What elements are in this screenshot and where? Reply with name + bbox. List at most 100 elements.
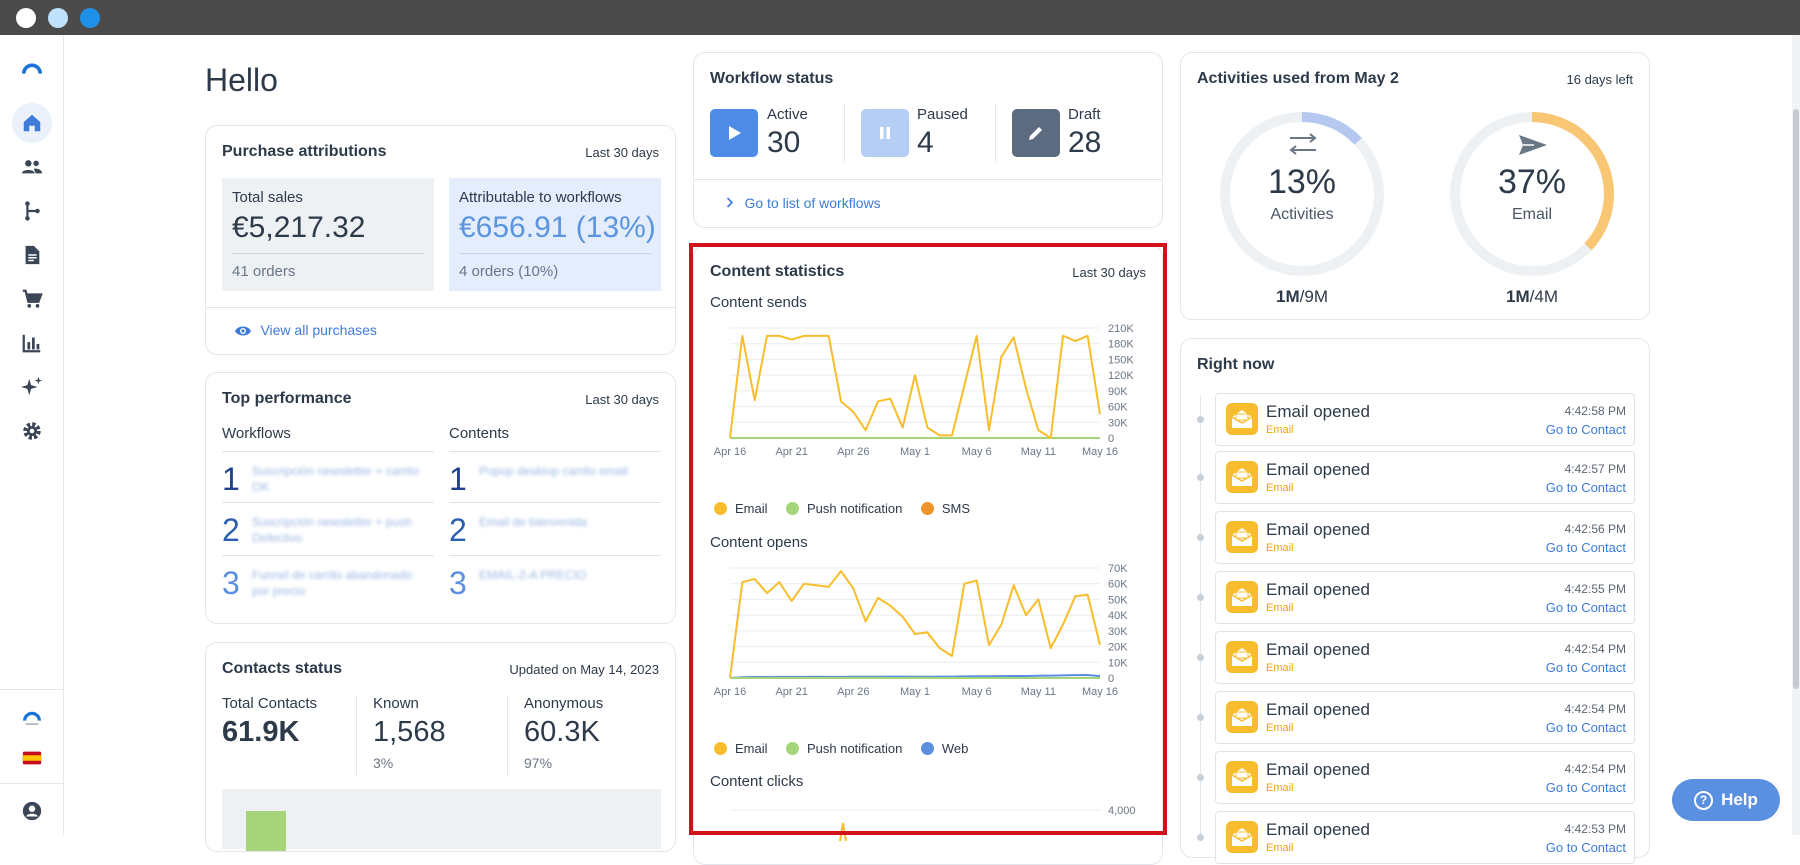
ai-sparkles-icon[interactable] (12, 367, 52, 407)
contacts-status-card: Contacts status Updated on May 14, 2023 … (205, 642, 676, 852)
go-to-contact-link[interactable]: Go to Contact (1546, 480, 1626, 495)
card-title: Purchase attributions (222, 143, 387, 160)
go-to-workflows-link[interactable]: Go to list of workflows (726, 195, 881, 213)
feed-item-channel: Email (1266, 542, 1294, 554)
activity-feed-item[interactable]: Email opened Email 4:42:56 PM Go to Contact (1215, 511, 1635, 564)
content-document-icon[interactable] (12, 235, 52, 275)
eye-icon (234, 324, 252, 343)
window-maximize-button[interactable] (80, 8, 100, 28)
card-title: Workflow status (710, 70, 834, 87)
feed-item-time: 4:42:54 PM (1564, 642, 1626, 656)
activity-feed-item[interactable]: Email opened Email 4:42:58 PM Go to Contact (1215, 393, 1635, 446)
chevron-right-icon (726, 195, 734, 213)
feed-item-title: Email opened (1266, 820, 1370, 839)
legend-label: Push notification (806, 501, 903, 516)
window-title-bar (0, 0, 1800, 35)
activity-feed-item[interactable]: Email opened Email 4:42:55 PM Go to Contact (1215, 571, 1635, 624)
content-name: Email de bienvenida (479, 515, 588, 529)
top-content-row[interactable]: 3 EMAIL-2-A PRECIO (449, 557, 661, 609)
help-button[interactable]: ? Help (1672, 779, 1780, 821)
legend-push-notification[interactable]: Push notification (785, 501, 903, 516)
x-tick-label: May 6 (962, 686, 992, 698)
legend-email[interactable]: Email (714, 741, 768, 756)
activity-feed-item[interactable]: Email opened Email 4:42:53 PM Go to Contact (1215, 811, 1635, 864)
home-icon[interactable] (12, 103, 52, 143)
days-left-label: 16 days left (1566, 72, 1634, 87)
feed-item-channel: Email (1266, 842, 1294, 854)
cart-icon[interactable] (12, 279, 52, 319)
user-profile-icon[interactable] (12, 791, 52, 831)
go-to-contact-link[interactable]: Go to Contact (1546, 540, 1626, 555)
scrollbar-thumb[interactable] (1793, 109, 1799, 689)
window-minimize-button[interactable] (48, 8, 68, 28)
anonymous-percent: 97% (524, 755, 553, 771)
y-tick-label: 20K (1108, 642, 1128, 654)
play-icon (710, 109, 758, 157)
go-to-contact-link[interactable]: Go to Contact (1546, 660, 1626, 675)
contacts-icon[interactable] (12, 147, 52, 187)
go-to-contact-link[interactable]: Go to Contact (1546, 840, 1626, 855)
total-sales-label: Total sales (232, 189, 303, 206)
language-flag-spain-icon[interactable] (12, 738, 52, 778)
legend-web[interactable]: Web (920, 741, 968, 756)
view-all-purchases-link[interactable]: View all purchases (234, 322, 377, 343)
updated-label: Updated on May 14, 2023 (509, 662, 659, 677)
attributable-value: €656.91 (13%) (459, 211, 656, 244)
content-clicks-chart: 4,000 (730, 805, 1136, 841)
brand-logo-icon[interactable] (12, 49, 52, 89)
email-opened-icon (1226, 521, 1258, 553)
activity-feed-item[interactable]: Email opened Email 4:42:54 PM Go to Contact (1215, 751, 1635, 804)
known-percent: 3% (373, 755, 394, 771)
account-logo-icon[interactable] (12, 697, 52, 737)
divider (356, 695, 357, 775)
page-scrollbar[interactable] (1792, 35, 1800, 835)
go-to-contact-link[interactable]: Go to Contact (1546, 720, 1626, 735)
email-opened-icon (1226, 403, 1258, 435)
top-workflow-row[interactable]: 1 Suscripción newsletter + carrito OK (222, 453, 434, 503)
legend-push-notification[interactable]: Push notification (785, 741, 903, 756)
nav-divider (0, 783, 64, 784)
legend-sms[interactable]: SMS (920, 501, 970, 516)
content-opens-label: Content opens (710, 534, 808, 551)
divider (694, 179, 1162, 180)
workflow-status-card: Workflow status Active 30 Paused 4 Draft… (693, 52, 1163, 228)
feed-item-title: Email opened (1266, 402, 1370, 421)
anonymous-value: 60.3K (524, 716, 600, 748)
top-performance-card: Top performance Last 30 days Workflows C… (205, 372, 676, 624)
x-tick-label: Apr 21 (775, 686, 807, 698)
top-workflow-row[interactable]: 3 Funnel de carrito abandonado por preci… (222, 557, 434, 609)
activities-gauge: 13% Activities (1217, 109, 1387, 279)
legend-email[interactable]: Email (714, 501, 768, 516)
activity-feed-item[interactable]: Email opened Email 4:42:57 PM Go to Contact (1215, 451, 1635, 504)
gauge-label: Activities (1270, 206, 1334, 223)
card-title: Right now (1197, 356, 1275, 373)
legend-dot (920, 502, 934, 515)
usage-total: /9M (1299, 287, 1328, 306)
content-sends-label: Content sends (710, 294, 807, 311)
workflows-column-label: Workflows (222, 425, 291, 442)
series-line-email[interactable] (839, 822, 847, 841)
activity-feed-item[interactable]: Email opened Email 4:42:54 PM Go to Contact (1215, 631, 1635, 684)
period-label: Last 30 days (1072, 265, 1146, 280)
workflow-name: Suscripción newsletter + carrito OK (252, 464, 420, 494)
analytics-chart-icon[interactable] (12, 323, 52, 363)
workflows-icon[interactable] (12, 191, 52, 231)
top-workflow-row[interactable]: 2 Suscripción newsletter + push Defectiv… (222, 504, 434, 556)
top-content-row[interactable]: 1 Popup desktop carrito email (449, 453, 661, 503)
legend-label: Push notification (806, 741, 903, 756)
paused-value: 4 (917, 126, 934, 159)
go-to-contact-link[interactable]: Go to Contact (1546, 422, 1626, 437)
divider (222, 451, 434, 452)
y-tick-label: 60K (1108, 579, 1128, 591)
go-to-contact-link[interactable]: Go to Contact (1546, 780, 1626, 795)
go-to-contact-link[interactable]: Go to Contact (1546, 600, 1626, 615)
divider (232, 253, 424, 254)
draft-value: 28 (1068, 126, 1102, 159)
top-content-row[interactable]: 2 Email de bienvenida (449, 504, 661, 556)
pause-icon (861, 109, 909, 157)
activity-feed-item[interactable]: Email opened Email 4:42:54 PM Go to Contact (1215, 691, 1635, 744)
settings-gear-icon[interactable] (12, 411, 52, 451)
timeline-dot (1197, 474, 1204, 481)
y-tick-label: 40K (1108, 610, 1128, 622)
window-close-button[interactable] (16, 8, 36, 28)
